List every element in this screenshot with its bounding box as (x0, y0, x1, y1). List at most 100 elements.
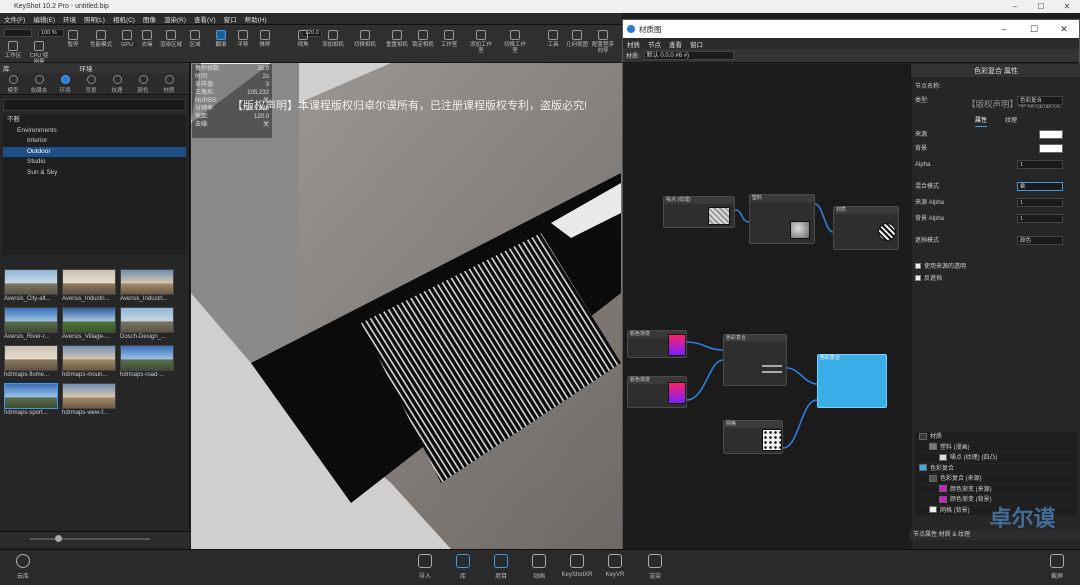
menu-lighting[interactable]: 照明(L) (80, 14, 109, 24)
library-tab[interactable]: 背景 (78, 73, 104, 94)
material-name-field[interactable]: 默认 0.0.0 #6 #) (643, 51, 734, 60)
toolbar-button[interactable]: 切换工作室 (504, 28, 526, 60)
toolbar-button[interactable]: 工作室 (438, 28, 460, 60)
property-value[interactable]: 1 (1017, 214, 1063, 223)
environment-thumbnail[interactable]: hdrmaps-flume... (4, 345, 58, 383)
environment-thumbnail[interactable]: Aversis_Industri... (120, 269, 174, 307)
environment-thumbnail[interactable]: hdrmaps-road-... (120, 345, 174, 383)
checkbox-row-2[interactable]: 反遮挡 (915, 274, 1077, 284)
cloud-library-button[interactable]: 云库 (6, 554, 40, 580)
environment-thumbnail[interactable]: Dosch-Design_... (120, 307, 174, 345)
node-graph-canvas[interactable]: 噪点 (纹理) 塑料 材质 颜色渐变 颜色渐变 色彩复合 色彩复合 网格 (623, 64, 909, 550)
bottom-button[interactable]: 导入 (408, 554, 442, 580)
noise-texture-node[interactable]: 噪点 (纹理) (663, 196, 735, 228)
toolbar-button[interactable]: 添加工作室 (470, 28, 492, 60)
bottom-button[interactable]: 渲染 (638, 554, 672, 580)
environment-thumbnail[interactable]: Aversis_Village-... (62, 307, 116, 345)
menu-edit[interactable]: 编辑(E) (29, 14, 59, 24)
material-output-node[interactable]: 材质 (833, 206, 899, 250)
library-tab[interactable]: 材质 (156, 73, 182, 94)
toolbar-button[interactable]: 配置程序向导 (592, 28, 614, 60)
library-tab[interactable]: 颜色 (130, 73, 156, 94)
bottom-button[interactable]: 项目 (484, 554, 518, 580)
color-swatch[interactable] (1039, 130, 1063, 139)
checkbox[interactable] (915, 275, 921, 282)
bottom-button[interactable]: 库 (446, 554, 480, 580)
toolbar-button[interactable]: GPU (116, 28, 138, 60)
tree-item[interactable]: Studio (3, 157, 186, 168)
mix-slider[interactable] (762, 371, 782, 373)
color-gradient-node-1[interactable]: 颜色渐变 (627, 330, 687, 358)
toolbar-button[interactable]: 重置相机 (386, 28, 408, 60)
environment-thumbnail[interactable]: Aversis_River-r... (4, 307, 58, 345)
maximize-button[interactable]: ☐ (1028, 0, 1054, 13)
menu-file[interactable]: 文件(F) (0, 14, 29, 24)
menu-image[interactable]: 图像 (139, 14, 160, 24)
workspace-dropdown[interactable] (4, 29, 32, 37)
mw-menu-node[interactable]: 节点 (644, 39, 665, 49)
color-swatch[interactable] (1039, 144, 1063, 153)
close-button[interactable]: ✕ (1054, 0, 1080, 13)
mesh-node[interactable]: 网格 (723, 420, 783, 454)
tree-item[interactable]: Outdoor (3, 146, 186, 157)
bottom-button[interactable]: KeyVR (598, 554, 632, 578)
checkbox-row-1[interactable]: 使用来源的透明 (915, 262, 1077, 272)
toolbar-button[interactable]: 添加相机 (322, 28, 344, 60)
environment-thumbnail[interactable]: Aversis_City-alt... (4, 269, 58, 307)
property-value[interactable]: 乘 (1017, 182, 1063, 191)
checkbox[interactable] (915, 263, 921, 270)
mw-minimize-button[interactable]: – (989, 20, 1019, 38)
mw-maximize-button[interactable]: ☐ (1019, 20, 1049, 38)
property-value[interactable]: 1 (1017, 160, 1063, 169)
toolbar-button[interactable]: 暂停 (62, 28, 84, 60)
material-tree-item[interactable]: 塑料 (漫画) (915, 443, 1077, 453)
mw-close-button[interactable]: ✕ (1049, 20, 1079, 38)
toolbar-button[interactable]: 几何视图 (566, 28, 588, 60)
color-composite-node[interactable]: 色彩复合 (723, 334, 787, 386)
plastic-node[interactable]: 塑料 (749, 194, 815, 244)
property-value[interactable]: 颜色 (1017, 236, 1063, 245)
environment-thumbnail[interactable]: hdrmaps-moun... (62, 345, 116, 383)
environment-thumbnail[interactable]: Aversis_Industri... (62, 269, 116, 307)
library-tab[interactable]: 收藏夹 (26, 73, 52, 94)
tree-item[interactable]: Sun & Sky (3, 168, 186, 179)
bottom-button[interactable]: 动画 (522, 554, 556, 580)
toolbar-button[interactable]: 锁定相机 (412, 28, 434, 60)
tree-item[interactable]: 不断 (3, 115, 186, 126)
color-gradient-node-2[interactable]: 颜色渐变 (627, 376, 687, 408)
toolbar-button[interactable]: 区域 (184, 28, 206, 60)
minimize-button[interactable]: – (1002, 0, 1028, 13)
material-tree-item[interactable]: 色彩复合 (915, 464, 1077, 474)
library-tab[interactable]: 纹理 (104, 73, 130, 94)
menu-render[interactable]: 渲染(R) (160, 14, 190, 24)
toolbar-button[interactable]: 推移 (254, 28, 276, 60)
toolbar-button[interactable]: 去噪 (136, 28, 158, 60)
toolbar-button[interactable]: 翻滚 (210, 28, 232, 60)
environment-thumbnail[interactable]: hdrmaps-view-f... (62, 383, 116, 421)
library-tab[interactable]: 环境 (52, 73, 78, 94)
toolbar-button[interactable]: 渲染区域 (160, 28, 182, 60)
slider-handle[interactable] (55, 535, 62, 542)
material-tree-item[interactable]: 材质 (915, 432, 1077, 443)
menu-view[interactable]: 查看(V) (190, 14, 220, 24)
zoom-field[interactable]: 100 % (38, 29, 64, 37)
environment-thumbnail[interactable]: hdrmaps-sport... (4, 383, 58, 421)
toolbar-button[interactable]: 视角 (292, 28, 314, 60)
property-value[interactable]: 1 (1017, 198, 1063, 207)
tree-item[interactable]: Interior (3, 136, 186, 147)
mw-menu-view[interactable]: 查看 (665, 39, 686, 49)
toolbar-button[interactable]: 切换相机 (354, 28, 376, 60)
toolbar-button[interactable]: 平移 (232, 28, 254, 60)
screenshot-button[interactable]: 截屏 (1040, 554, 1074, 580)
menu-camera[interactable]: 相机(C) (109, 14, 139, 24)
library-tab[interactable]: 模型 (0, 73, 26, 94)
library-search-input[interactable] (3, 99, 186, 111)
mix-slider[interactable] (762, 365, 782, 367)
menu-window[interactable]: 窗口 (220, 14, 241, 24)
mw-menu-material[interactable]: 材质 (623, 39, 644, 49)
toolbar-button[interactable]: 性能模式 (90, 28, 112, 60)
bottom-button[interactable]: KeyShotXR (560, 554, 594, 578)
color-composite-node-selected[interactable]: 色彩复合 (817, 354, 887, 408)
material-tree-item[interactable]: 色彩复合 (来源) (915, 474, 1077, 485)
mw-menu-window[interactable]: 窗口 (686, 39, 707, 49)
